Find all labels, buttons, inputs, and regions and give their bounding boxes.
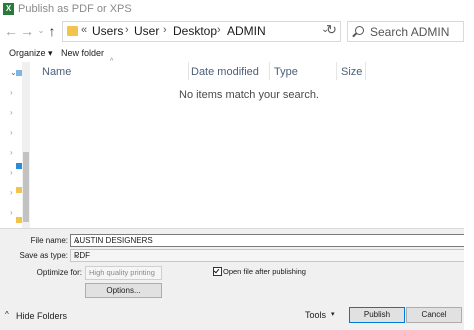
optimize-for-value[interactable]: High quality printing	[89, 267, 155, 279]
chevron-right-icon[interactable]: ›	[10, 208, 13, 217]
optimize-for-label: Optimize for:	[36, 268, 82, 277]
chevron-right-icon[interactable]: ›	[10, 148, 13, 157]
column-header-size[interactable]: Size	[341, 66, 362, 78]
breadcrumb-users[interactable]: Users	[92, 24, 123, 38]
window-title: Publish as PDF or XPS	[18, 3, 132, 15]
chevron-down-icon[interactable]: ▾	[331, 310, 335, 318]
new-folder-button[interactable]: New folder	[61, 48, 104, 58]
search-icon	[355, 26, 364, 35]
command-toolbar: Organize ▾ New folder	[0, 44, 464, 62]
breadcrumb-user[interactable]: User	[134, 24, 159, 38]
chevron-down-icon[interactable]: ⌄	[74, 250, 461, 261]
column-header-date-modified[interactable]: Date modified	[191, 66, 259, 78]
column-header-name[interactable]: Name	[42, 66, 71, 78]
folder-icon	[67, 26, 78, 36]
address-prefix[interactable]: «	[81, 24, 87, 36]
save-as-type-label: Save as type:	[19, 251, 68, 260]
file-name-label: File name:	[30, 236, 68, 245]
search-input[interactable]: Search ADMIN	[347, 21, 464, 42]
hide-folders-button[interactable]: Hide Folders	[16, 311, 67, 321]
file-list[interactable]: Name Date modified Type Size	[34, 62, 464, 228]
background-window	[464, 0, 474, 330]
options-button[interactable]: Options...	[85, 283, 162, 298]
save-as-type-select[interactable]: PDF ⌄	[70, 249, 465, 262]
empty-folder-message: No items match your search.	[179, 89, 319, 101]
tools-menu[interactable]: Tools	[305, 310, 326, 320]
publish-dialog: X Publish as PDF or XPS ← → ⌄ ↑ « Users …	[0, 0, 465, 330]
navigation-bar: ← → ⌄ ↑ « Users › User › Desktop › ADMIN…	[0, 20, 464, 42]
up-arrow-icon[interactable]: ↑	[45, 23, 59, 39]
chevron-right-icon[interactable]: ›	[10, 188, 13, 197]
address-bar[interactable]: « Users › User › Desktop › ADMIN ⌄	[62, 21, 341, 42]
breadcrumb-separator[interactable]: ›	[217, 24, 221, 36]
title-bar: X Publish as PDF or XPS	[0, 0, 464, 20]
column-divider[interactable]	[365, 62, 366, 80]
chevron-right-icon[interactable]: ›	[10, 168, 13, 177]
open-after-publishing-checkbox[interactable]	[213, 267, 222, 276]
column-divider[interactable]	[269, 62, 270, 80]
column-divider[interactable]	[336, 62, 337, 80]
forward-arrow-icon[interactable]: →	[20, 23, 34, 39]
chevron-right-icon[interactable]: ›	[10, 108, 13, 117]
column-divider[interactable]	[188, 62, 189, 80]
excel-app-icon: X	[3, 3, 14, 15]
organize-button[interactable]: Organize ▾	[9, 48, 53, 59]
optimize-for-option[interactable]: High quality printing	[85, 266, 162, 280]
breadcrumb-desktop[interactable]: Desktop	[173, 24, 217, 38]
navigation-scrollbar-thumb[interactable]	[23, 152, 29, 222]
open-after-publishing-label[interactable]: Open file after publishing	[223, 267, 306, 276]
chevron-down-icon[interactable]: ⌄	[74, 235, 461, 246]
breadcrumb-admin[interactable]: ADMIN	[227, 24, 266, 38]
search-placeholder: Search ADMIN	[370, 25, 450, 39]
breadcrumb-separator[interactable]: ›	[125, 24, 129, 36]
save-options-panel: File name: AUSTIN DESIGNERS ⌄ Save as ty…	[0, 228, 465, 301]
back-arrow-icon[interactable]: ←	[4, 23, 18, 39]
file-name-input[interactable]: AUSTIN DESIGNERS ⌄	[70, 234, 465, 247]
breadcrumb-separator[interactable]: ›	[163, 24, 167, 36]
column-header-type[interactable]: Type	[274, 66, 298, 78]
refresh-icon[interactable]: ↻	[326, 22, 337, 38]
cancel-button[interactable]: Cancel	[406, 307, 462, 323]
publish-button[interactable]: Publish	[349, 307, 405, 323]
chevron-right-icon[interactable]: ›	[10, 128, 13, 137]
sort-up-icon: ^	[110, 58, 114, 65]
chevron-up-icon[interactable]: ^	[5, 310, 9, 319]
chevron-right-icon[interactable]: ›	[10, 88, 13, 97]
